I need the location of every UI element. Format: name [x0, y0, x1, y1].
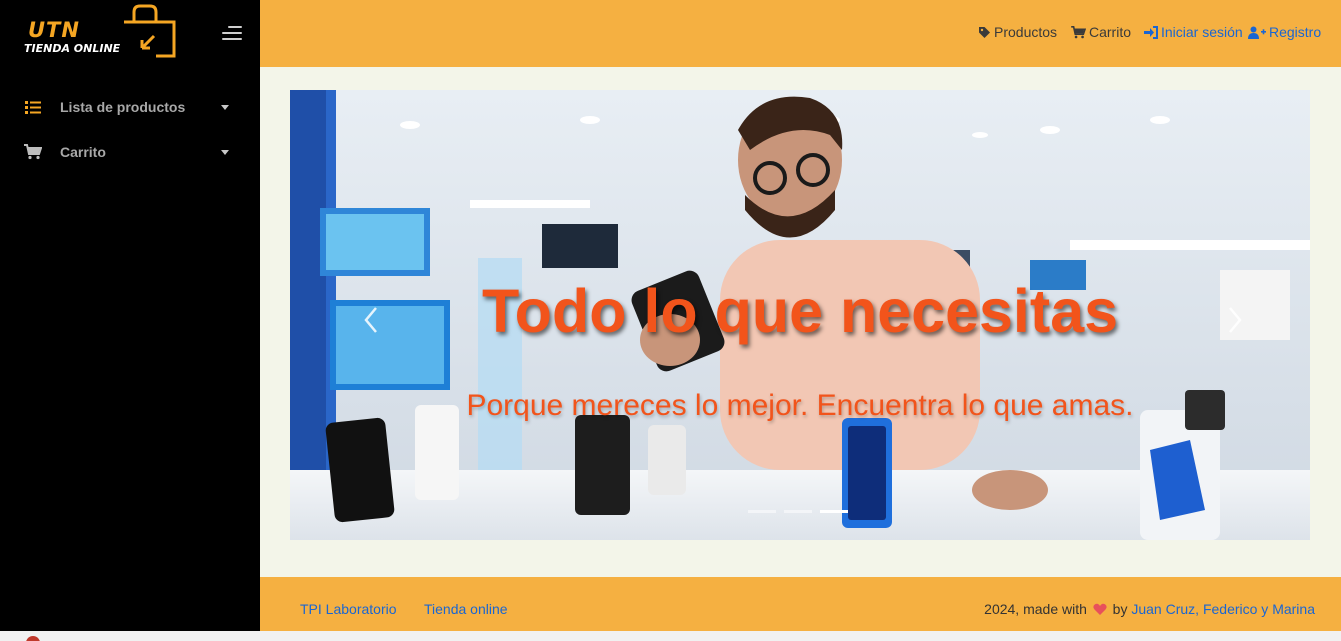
nav-link-label: Carrito — [1089, 24, 1132, 40]
nav-link-productos[interactable]: Productos — [978, 23, 1057, 41]
sidebar-item-lista-de-productos[interactable]: Lista de productos — [0, 89, 260, 125]
sidebar-item-carrito[interactable]: Carrito — [0, 134, 260, 170]
chevron-right-icon — [1229, 307, 1242, 333]
sidebar-item-label: Carrito — [60, 144, 106, 160]
nav-link-carrito[interactable]: Carrito — [1071, 23, 1131, 41]
user-plus-icon — [1248, 26, 1266, 39]
footer-credit-by: by — [1112, 601, 1128, 617]
footer-authors-link[interactable]: Juan Cruz, Federico y Marina — [1131, 601, 1315, 617]
cart-icon — [1071, 25, 1086, 38]
carousel-next-button[interactable] — [1220, 300, 1250, 340]
bottom-strip — [0, 631, 1341, 641]
footer: TPI Laboratorio Tienda online 2024, made… — [260, 577, 1341, 631]
sidebar-item-label: Lista de productos — [60, 99, 186, 115]
carousel-prev-button[interactable] — [356, 300, 386, 340]
nav-link-label: Registro — [1269, 24, 1322, 40]
carousel-text: Porque mereces lo mejor. Encuentra lo qu… — [466, 389, 1134, 422]
shopping-bag-icon — [124, 4, 176, 58]
logo-text: UTN — [28, 18, 80, 42]
footer-credit: 2024, made with by Juan Cruz, Federico y… — [984, 601, 1315, 617]
carousel-indicator[interactable] — [784, 510, 812, 513]
footer-credit-prefix: 2024, made with — [984, 601, 1087, 617]
sidebar: UTN TIENDA ONLINE Lista de productos Car… — [0, 0, 260, 641]
nav-link-label: Iniciar sesión — [1161, 24, 1243, 40]
footer-link-tienda-online[interactable]: Tienda online — [424, 601, 508, 617]
sign-in-icon — [1144, 25, 1158, 39]
caret-down-icon — [221, 150, 229, 155]
tag-icon — [979, 26, 990, 38]
nav-link-registro[interactable]: Registro — [1248, 23, 1321, 41]
logo-subtitle: TIENDA ONLINE — [24, 42, 121, 55]
caret-down-icon — [221, 105, 229, 110]
carousel-indicator-active[interactable] — [820, 510, 848, 513]
status-dot — [26, 636, 40, 641]
carousel-title: Todo lo que necesitas — [481, 277, 1119, 345]
carousel-indicator[interactable] — [748, 510, 776, 513]
top-navbar: Productos Carrito Iniciar sesión Registr… — [260, 0, 1341, 67]
nav-link-label: Productos — [994, 24, 1058, 40]
footer-link-tpi-laboratorio[interactable]: TPI Laboratorio — [300, 601, 397, 617]
list-icon — [25, 101, 41, 114]
carousel-indicators — [748, 510, 848, 513]
chevron-left-icon — [364, 307, 377, 333]
brand-logo[interactable]: UTN TIENDA ONLINE — [22, 4, 182, 60]
cart-icon — [24, 144, 42, 160]
heart-icon — [1093, 603, 1107, 615]
hero-carousel: Todo lo que necesitas Porque mereces lo … — [290, 90, 1310, 540]
hamburger-menu-icon[interactable] — [220, 24, 242, 42]
nav-link-iniciar-sesion[interactable]: Iniciar sesión — [1144, 23, 1243, 41]
